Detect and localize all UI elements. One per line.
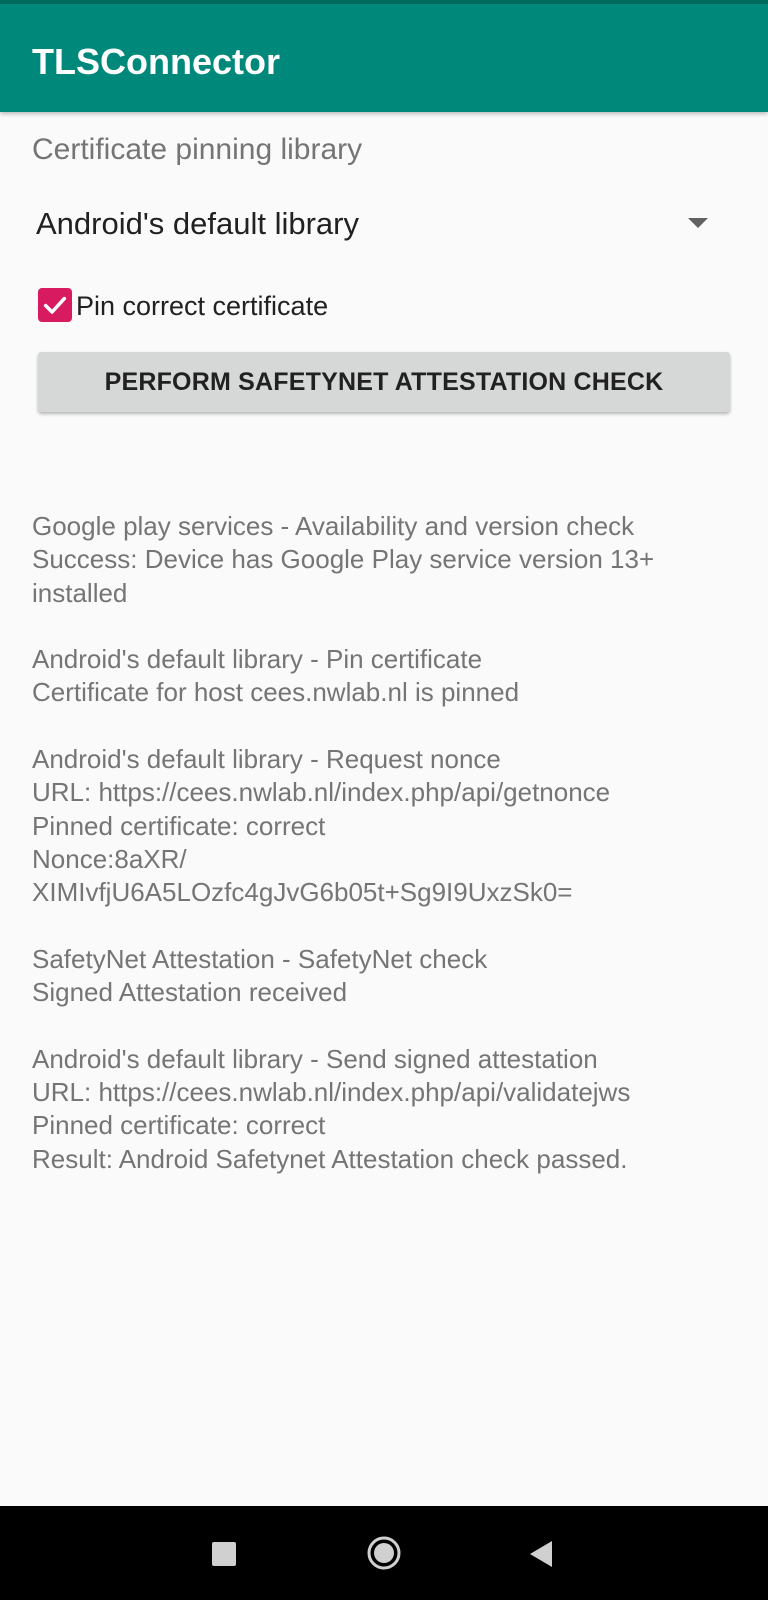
log-entry: Android's default library - Send signed … [32,1043,744,1176]
log-line: installed [32,577,128,608]
log-line: Pinned certificate: correct [32,1110,326,1141]
log-line: SafetyNet Attestation - SafetyNet check [32,943,488,974]
log-line: Android's default library - Pin certific… [32,644,483,675]
log-entry: Android's default library - Pin certific… [32,643,744,710]
recents-square-icon[interactable] [212,1542,236,1566]
checkmark-icon [43,296,67,314]
app-title: TLSConnector [32,41,280,82]
log-line: Nonce:8aXR/ [32,843,187,874]
home-circle-icon[interactable] [366,1535,402,1571]
log-entry: Google play services - Availability and … [32,510,744,610]
log-line: Android's default library - Send signed … [32,1043,598,1074]
log-line: Success: Device has Google Play service … [32,544,655,575]
back-triangle-icon[interactable] [528,1539,554,1569]
pin-certificate-checkbox[interactable]: Pin correct certificate [36,286,696,326]
log-line: Result: Android Safetynet Attestation ch… [32,1143,628,1174]
dropdown-arrow-icon [688,218,708,228]
perform-safetynet-check-button[interactable]: PERFORM SAFETYNET ATTESTATION CHECK [38,352,730,412]
checkbox-checked-icon[interactable] [38,288,72,322]
log-entry: Android's default library - Request nonc… [32,743,744,909]
log-line: Certificate for host cees.nwlab.nl is pi… [32,677,520,708]
result-log: Google play services - Availability and … [32,510,744,1209]
log-line: Android's default library - Request nonc… [32,744,501,775]
pin-certificate-label: Pin correct certificate [76,291,329,321]
log-line: URL: https://cees.nwlab.nl/index.php/api… [32,777,611,808]
library-label: Certificate pinning library [32,133,363,166]
library-spinner-value: Android's default library [36,206,359,241]
screen: TLSConnector Certificate pinning library… [0,0,768,1600]
log-line: Signed Attestation received [32,977,348,1008]
library-spinner[interactable]: Android's default library [24,196,714,254]
log-line: URL: https://cees.nwlab.nl/index.php/api… [32,1077,631,1108]
log-line: Pinned certificate: correct [32,810,326,841]
log-line: XIMIvfjU6A5LOzfc4gJvG6b05t+Sg9I9UxzSk0= [32,877,573,908]
log-line: Google play services - Availability and … [32,511,635,541]
navigation-bar [0,1506,768,1600]
app-bar: TLSConnector [0,4,768,112]
log-entry: SafetyNet Attestation - SafetyNet check S… [32,943,744,1010]
